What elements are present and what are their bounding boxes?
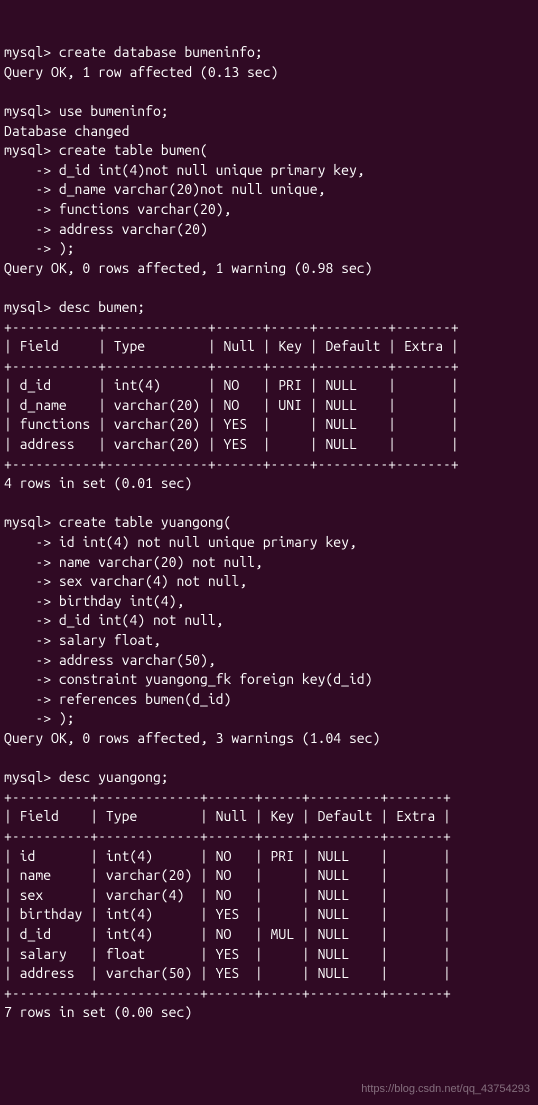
terminal-line: -> salary float, xyxy=(4,632,161,648)
terminal-line: | Field | Type | Null | Key | Default | … xyxy=(4,808,451,824)
terminal-line: mysql> create table yuangong( xyxy=(4,514,231,530)
terminal-line: | name | varchar(20) | NO | | NULL | | xyxy=(4,867,451,883)
terminal-line: | functions | varchar(20) | YES | | NULL… xyxy=(4,416,459,432)
terminal-line: | d_id | int(4) | NO | PRI | NULL | | xyxy=(4,377,459,393)
terminal-line: -> d_name varchar(20)not null unique, xyxy=(4,181,325,197)
terminal-line: mysql> use bumeninfo; xyxy=(4,103,169,119)
terminal-line: | address | varchar(50) | YES | | NULL |… xyxy=(4,965,451,981)
terminal-line: +----------+-------------+------+-----+-… xyxy=(4,828,451,844)
terminal-line: -> constraint yuangong_fk foreign key(d_… xyxy=(4,671,372,687)
terminal-line: +-----------+-------------+------+-----+… xyxy=(4,319,459,335)
terminal-line: -> birthday int(4), xyxy=(4,593,184,609)
terminal-line: mysql> desc yuangong; xyxy=(4,769,169,785)
watermark-text: https://blog.csdn.net/qq_43754293 xyxy=(361,1082,530,1097)
terminal-line: -> functions varchar(20), xyxy=(4,201,231,217)
terminal-line: Query OK, 0 rows affected, 1 warning (0.… xyxy=(4,260,372,276)
terminal-line: -> d_id int(4) not null, xyxy=(4,612,224,628)
terminal-line: -> d_id int(4)not null unique primary ke… xyxy=(4,162,365,178)
terminal-line: +-----------+-------------+------+-----+… xyxy=(4,358,459,374)
terminal-line: 7 rows in set (0.00 sec) xyxy=(4,1004,192,1020)
terminal-line: | salary | float | YES | | NULL | | xyxy=(4,946,451,962)
terminal-line: -> address varchar(20) xyxy=(4,221,208,237)
terminal-line: 4 rows in set (0.01 sec) xyxy=(4,475,192,491)
terminal-line: | address | varchar(20) | YES | | NULL |… xyxy=(4,436,459,452)
terminal-line: Database changed xyxy=(4,123,129,139)
terminal-line: mysql> create table bumen( xyxy=(4,142,208,158)
terminal-line: | id | int(4) | NO | PRI | NULL | | xyxy=(4,848,451,864)
terminal-line: -> name varchar(20) not null, xyxy=(4,554,263,570)
terminal-line: mysql> create database bumeninfo; xyxy=(4,44,263,60)
terminal-line: | birthday | int(4) | YES | | NULL | | xyxy=(4,906,451,922)
terminal-line: | Field | Type | Null | Key | Default | … xyxy=(4,338,459,354)
terminal-line: | d_name | varchar(20) | NO | UNI | NULL… xyxy=(4,397,459,413)
terminal-line: Query OK, 1 row affected (0.13 sec) xyxy=(4,64,278,80)
terminal-line: | d_id | int(4) | NO | MUL | NULL | | xyxy=(4,926,451,942)
terminal-line: mysql> desc bumen; xyxy=(4,299,145,315)
terminal-line: +-----------+-------------+------+-----+… xyxy=(4,456,459,472)
terminal-line: +----------+-------------+------+-----+-… xyxy=(4,985,451,1001)
terminal-line: | sex | varchar(4) | NO | | NULL | | xyxy=(4,887,451,903)
terminal-line: -> id int(4) not null unique primary key… xyxy=(4,534,357,550)
terminal-line: -> address varchar(50), xyxy=(4,652,216,668)
terminal-line: -> ); xyxy=(4,240,75,256)
terminal-line: -> ); xyxy=(4,710,75,726)
terminal-line: -> sex varchar(4) not null, xyxy=(4,573,247,589)
terminal-line: +----------+-------------+------+-----+-… xyxy=(4,789,451,805)
terminal-line: Query OK, 0 rows affected, 3 warnings (1… xyxy=(4,730,380,746)
terminal-output: mysql> create database bumeninfo; Query … xyxy=(4,43,534,1023)
terminal-line: -> references bumen(d_id) xyxy=(4,691,231,707)
